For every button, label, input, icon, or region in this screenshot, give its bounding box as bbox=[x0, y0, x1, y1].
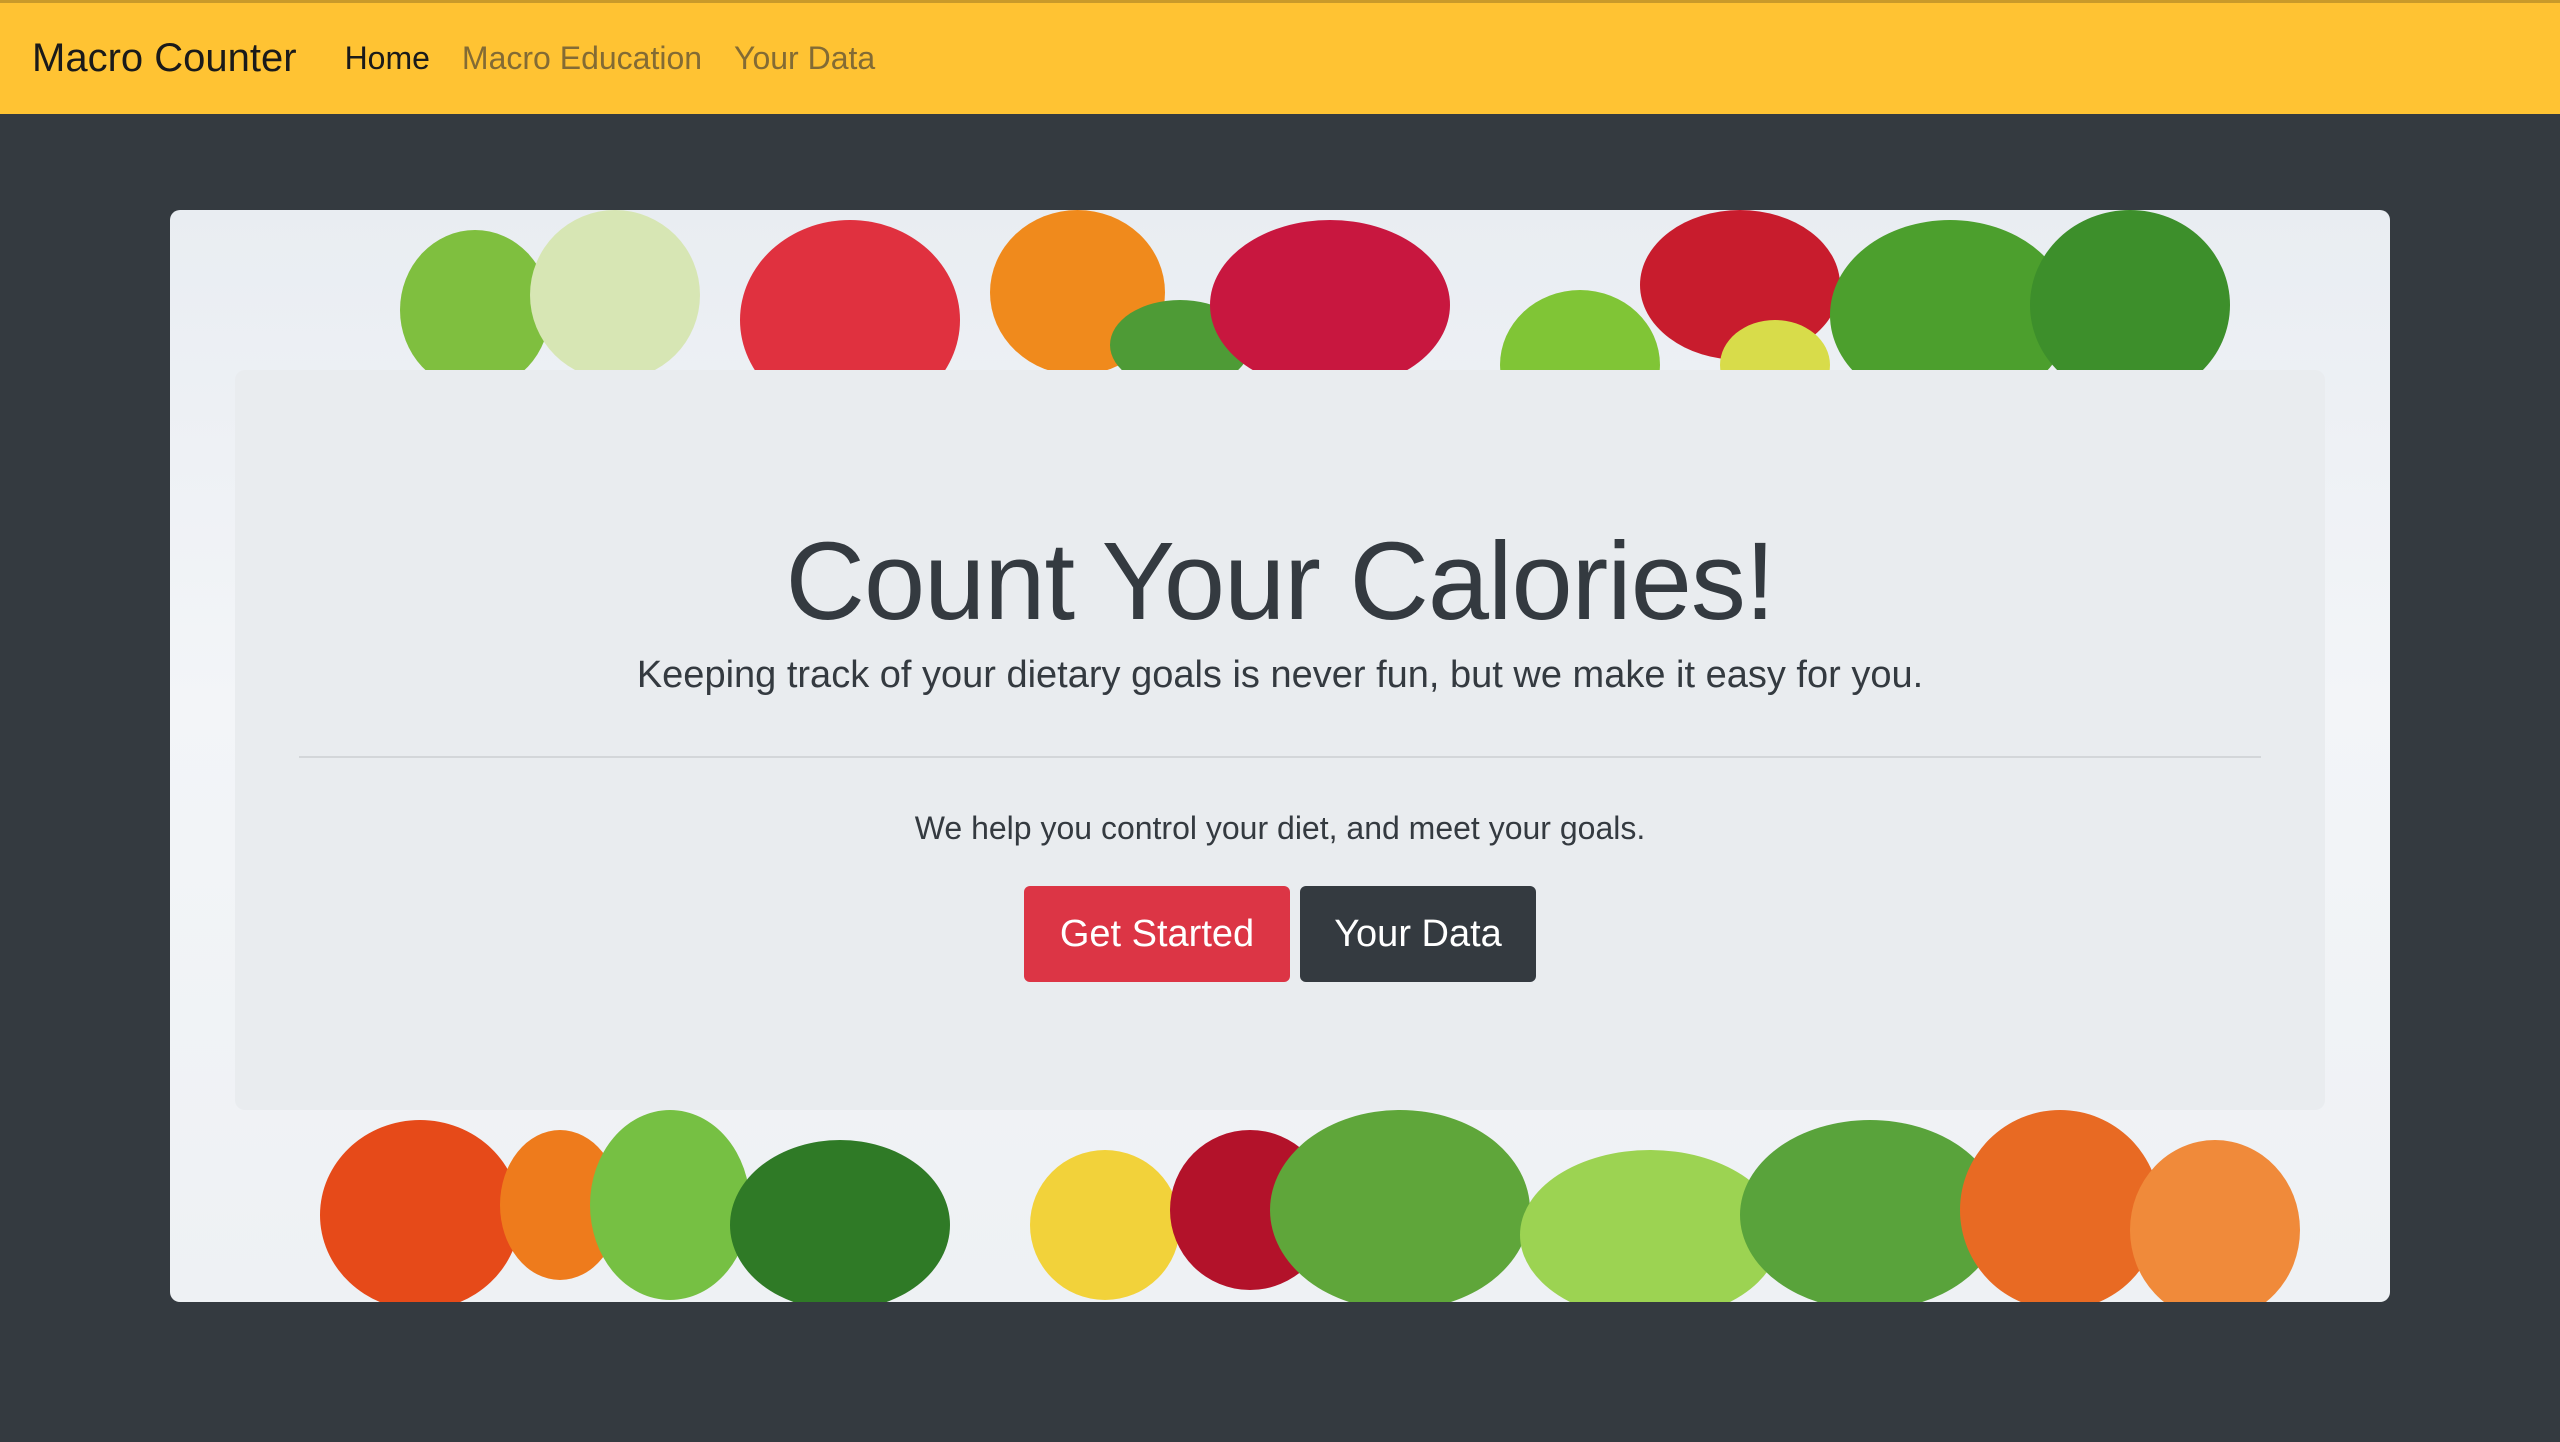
sub-text: We help you control your diet, and meet … bbox=[914, 810, 1646, 846]
brand-link[interactable]: Macro Counter bbox=[32, 36, 297, 81]
produce-bottom-band bbox=[170, 1110, 2390, 1302]
nav-link-home[interactable]: Home bbox=[345, 40, 430, 77]
action-buttons: Get Started Your Data bbox=[235, 886, 2325, 982]
nav-link-macro-education[interactable]: Macro Education bbox=[462, 40, 702, 77]
produce-top-band bbox=[170, 210, 2390, 440]
nav-link-your-data[interactable]: Your Data bbox=[734, 40, 875, 77]
jumbotron-card: Count Your Calories! Keeping track of yo… bbox=[235, 370, 2325, 1110]
top-navbar: Macro Counter Home Macro Education Your … bbox=[0, 0, 2560, 114]
page-title: Count Your Calories! bbox=[785, 520, 1776, 643]
hero-background-image: Count Your Calories! Keeping track of yo… bbox=[170, 210, 2390, 1302]
your-data-button[interactable]: Your Data bbox=[1300, 886, 1536, 982]
lead-text: Keeping track of your dietary goals is n… bbox=[636, 654, 1924, 696]
divider bbox=[299, 756, 2261, 758]
get-started-button[interactable]: Get Started bbox=[1024, 886, 1290, 982]
